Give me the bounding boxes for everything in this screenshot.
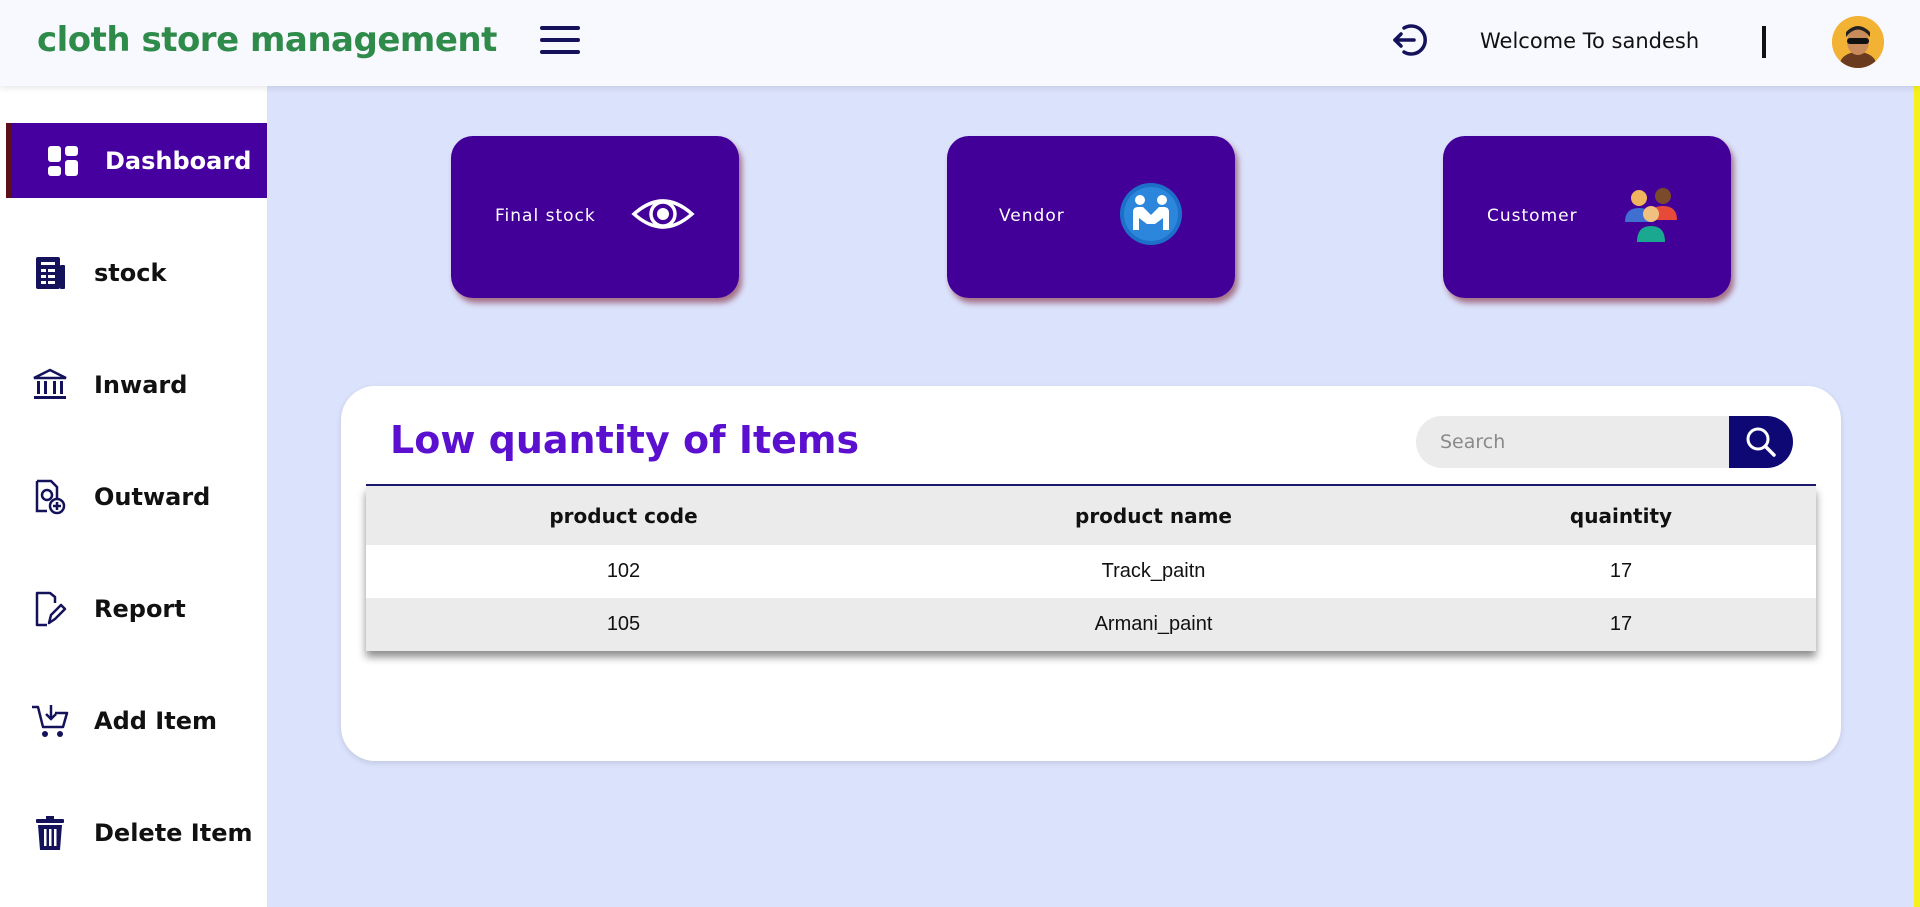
hamburger-menu-icon[interactable] [540, 26, 580, 58]
sidebar-item-label: Inward [94, 370, 188, 399]
sidebar: Dashboard stock Inward Outward Report Ad… [0, 86, 267, 907]
search-input[interactable] [1416, 416, 1736, 468]
table-header-row: product code product name quaintity [366, 486, 1816, 545]
dashboard-grid-icon [44, 142, 82, 180]
customers-group-icon [1619, 182, 1683, 246]
cell-product-name: Track_paitn [1101, 560, 1206, 582]
cell-product-code: 102 [606, 560, 641, 582]
sidebar-item-label: stock [94, 258, 167, 287]
sidebar-item-label: Report [94, 594, 186, 623]
sidebar-item-dashboard[interactable]: Dashboard [6, 123, 267, 198]
trash-icon [31, 814, 69, 852]
document-gear-icon [31, 478, 69, 516]
handshake-icon [1119, 182, 1183, 246]
card-label: Final stock [495, 206, 596, 226]
card-customer[interactable]: Customer [1443, 136, 1731, 298]
low-quantity-table: product code product name quaintity 102 … [366, 486, 1816, 651]
sidebar-item-stock[interactable]: stock [6, 235, 267, 310]
sidebar-item-report[interactable]: Report [6, 571, 267, 646]
bank-icon [31, 366, 69, 404]
sidebar-item-add-item[interactable]: Add Item [6, 683, 267, 758]
cell-product-code: 105 [606, 613, 641, 635]
sidebar-item-label: Delete Item [94, 818, 253, 847]
column-header-product-name[interactable]: product name [881, 504, 1426, 528]
table-row[interactable]: 102 Track_paitn 17 [366, 545, 1816, 598]
welcome-text: Welcome To sandesh [1480, 29, 1700, 53]
sidebar-item-outward[interactable]: Outward [6, 459, 267, 534]
table-row[interactable]: 105 Armani_paint 17 [366, 598, 1816, 651]
ledger-icon [31, 254, 69, 292]
cell-quantity: 17 [1609, 560, 1633, 582]
low-quantity-panel: Low quantity of Items product code produ… [341, 386, 1841, 761]
sidebar-item-delete-item[interactable]: Delete Item [6, 795, 267, 870]
logout-icon[interactable] [1390, 20, 1430, 60]
column-header-quantity[interactable]: quaintity [1426, 504, 1816, 528]
sidebar-item-label: Dashboard [105, 146, 252, 175]
card-label: Vendor [999, 206, 1065, 226]
search-icon [1746, 427, 1776, 457]
eye-icon [631, 182, 695, 246]
cell-product-name: Armani_paint [1094, 613, 1213, 635]
card-vendor[interactable]: Vendor [947, 136, 1235, 298]
sidebar-item-label: Add Item [94, 706, 217, 735]
cart-add-icon [31, 702, 69, 740]
search-box [1416, 416, 1798, 468]
card-label: Customer [1487, 206, 1578, 226]
card-final-stock[interactable]: Final stock [451, 136, 739, 298]
sidebar-item-inward[interactable]: Inward [6, 347, 267, 422]
report-edit-icon [31, 590, 69, 628]
search-button[interactable] [1729, 416, 1793, 468]
column-header-product-code[interactable]: product code [366, 504, 881, 528]
cell-quantity: 17 [1609, 613, 1633, 635]
panel-title: Low quantity of Items [390, 418, 860, 462]
right-edge-strip [1914, 86, 1920, 907]
top-header: cloth store management Welcome To sandes… [0, 0, 1920, 86]
header-divider [1762, 26, 1766, 58]
brand-title: cloth store management [37, 20, 497, 60]
user-avatar[interactable] [1832, 16, 1884, 68]
sidebar-item-label: Outward [94, 482, 211, 511]
